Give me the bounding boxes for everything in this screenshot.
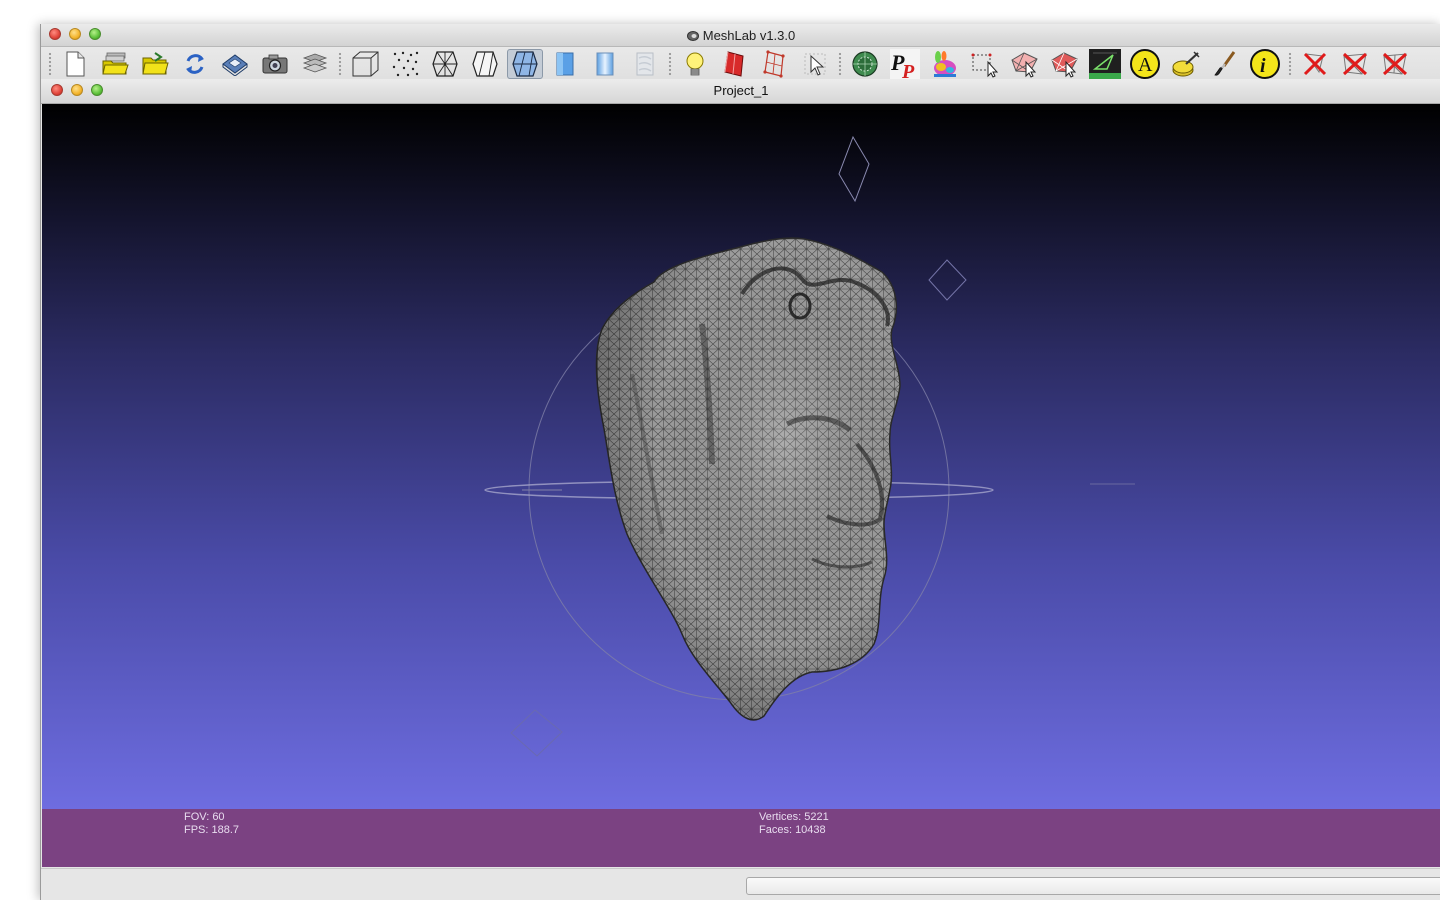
delete-vertices-button[interactable] [1337, 49, 1373, 79]
save-button[interactable] [217, 49, 253, 79]
hidden-lines-button[interactable] [467, 49, 503, 79]
layered-folder-icon [102, 52, 129, 75]
bbox-cube-icon [352, 51, 379, 77]
svg-text:A: A [1138, 54, 1153, 76]
document-title: Project_1 [713, 83, 769, 98]
paint-bunny-icon [934, 51, 956, 77]
3d-viewport[interactable] [42, 104, 1440, 809]
wireframe-button[interactable] [427, 49, 463, 79]
bounding-box-button[interactable] [347, 49, 383, 79]
flat-lines-icon [512, 51, 538, 77]
manipulator-icon [852, 51, 878, 77]
fps-readout: FPS: 188.7 [184, 824, 240, 836]
align-button[interactable]: A [1127, 49, 1163, 79]
toolbar-grip[interactable] [1288, 52, 1292, 76]
pp-icon: P P [890, 49, 920, 79]
svg-text:i: i [1260, 55, 1266, 77]
wireframe-icon [432, 51, 458, 77]
point-picker-button[interactable]: P P [887, 49, 923, 79]
delete-all-icon [1382, 52, 1408, 76]
paint-button[interactable] [1207, 49, 1243, 79]
flat-lines-button[interactable] [507, 49, 543, 79]
light-diamond-right [928, 259, 967, 301]
select-region-icon [971, 53, 999, 78]
layers-icon [302, 53, 328, 73]
import-mesh-button[interactable] [137, 49, 173, 79]
new-document-icon [66, 51, 85, 77]
new-project-button[interactable] [57, 49, 93, 79]
align-view-button[interactable] [1087, 49, 1123, 79]
backface-icon [724, 51, 744, 77]
camera-info: FOV: 60 FPS: 188.7 [184, 811, 239, 837]
backface-culling-button[interactable] [717, 49, 753, 79]
manipulator-button[interactable] [847, 49, 883, 79]
points-button[interactable] [387, 49, 423, 79]
3d-scene [484, 135, 1135, 757]
toolbar-grip[interactable] [668, 52, 672, 76]
reload-button[interactable] [177, 49, 213, 79]
vertices-readout: Vertices: 5221 [759, 811, 829, 823]
meshlab-window: MeshLab v1.3.0 P P A i Project_1 FOV: 60… [40, 24, 1440, 900]
snapshot-button[interactable] [257, 49, 293, 79]
points-icon [392, 51, 419, 77]
select-faces-button[interactable] [1007, 49, 1043, 79]
window-title: MeshLab v1.3.0 [41, 28, 1440, 43]
layers-button[interactable] [297, 49, 333, 79]
document-titlebar[interactable]: Project_1 [41, 79, 1440, 104]
camera-icon [262, 54, 288, 74]
smooth-shading-icon [596, 52, 614, 76]
toolbar-grip[interactable] [338, 52, 342, 76]
light-diamond-bottom [510, 709, 563, 757]
svg-text:P: P [901, 61, 915, 79]
select-vertex-button[interactable] [797, 49, 833, 79]
double-side-button[interactable] [757, 49, 793, 79]
progress-bar [746, 877, 1440, 895]
select-connected-icon [1051, 52, 1078, 78]
lightbulb-icon [686, 52, 704, 76]
measure-icon [1172, 51, 1200, 77]
light-diamond-top [838, 135, 870, 203]
toolbar-row: P P A i [45, 49, 1415, 79]
select-faces-icon [1011, 52, 1038, 78]
flat-shading-icon [556, 52, 574, 76]
select-region-button[interactable] [967, 49, 1003, 79]
flat-shading-button[interactable] [547, 49, 583, 79]
fov-readout: FOV: 60 [184, 811, 225, 823]
info-icon: i [1250, 49, 1280, 79]
texture-icon [636, 52, 654, 76]
delete-vertices-icon [1342, 52, 1368, 76]
select-connected-button[interactable] [1047, 49, 1083, 79]
delete-faces-button[interactable] [1297, 49, 1333, 79]
delete-faces-icon [1303, 52, 1327, 76]
head-mesh[interactable] [595, 237, 901, 721]
status-bar [41, 868, 1440, 900]
select-pointer-icon [804, 53, 826, 76]
lighting-button[interactable] [677, 49, 713, 79]
save-disk-icon [222, 54, 248, 76]
open-folder-icon [142, 52, 169, 75]
meshlab-app-icon [686, 31, 699, 41]
measure-button[interactable] [1167, 49, 1203, 79]
paint-bunny-button[interactable] [927, 49, 963, 79]
toolbar-grip[interactable] [838, 52, 842, 76]
texture-button[interactable] [627, 49, 663, 79]
align-a-icon: A [1130, 49, 1160, 79]
faces-readout: Faces: 10438 [759, 824, 826, 836]
smooth-shading-button[interactable] [587, 49, 623, 79]
window-title-text: MeshLab v1.3.0 [702, 28, 796, 43]
viewport-info-bar: FOV: 60 FPS: 188.7 Vertices: 5221 Faces:… [42, 809, 1440, 867]
toolbar-grip[interactable] [48, 52, 52, 76]
info-button[interactable]: i [1247, 49, 1283, 79]
hidden-lines-icon [472, 51, 498, 77]
delete-all-button[interactable] [1377, 49, 1413, 79]
paint-brush-icon [1214, 51, 1236, 76]
window-titlebar[interactable]: MeshLab v1.3.0 [41, 24, 1440, 47]
reload-icon [186, 54, 204, 74]
open-project-button[interactable] [97, 49, 133, 79]
mesh-info: Vertices: 5221 Faces: 10438 [759, 811, 829, 837]
align-view-icon [1089, 49, 1121, 79]
double-side-icon [763, 50, 785, 78]
